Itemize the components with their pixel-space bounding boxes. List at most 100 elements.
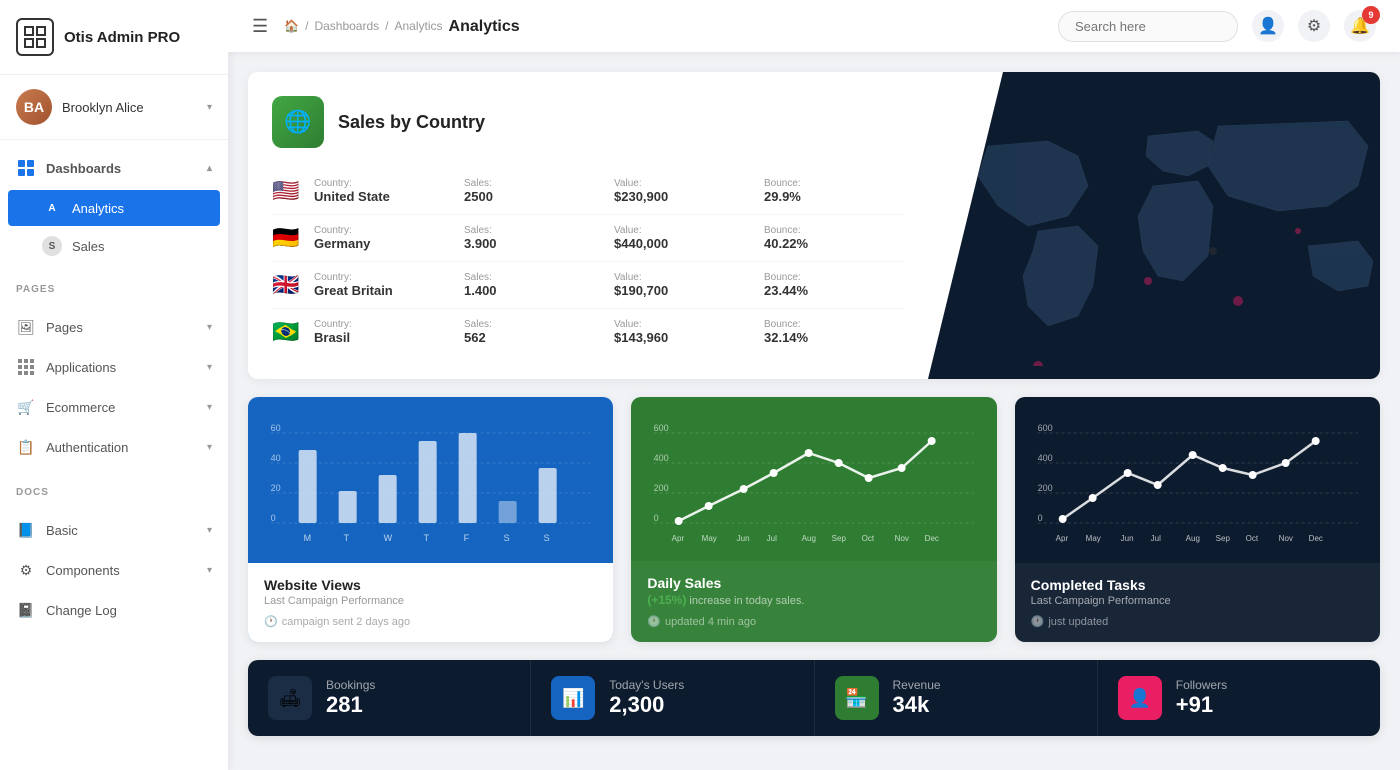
- table-row: 🇺🇸 Country: United State Sales: 2500 Val…: [272, 168, 904, 215]
- svg-text:Oct: Oct: [1245, 534, 1258, 543]
- svg-text:600: 600: [654, 423, 669, 433]
- logo-icon: [16, 18, 54, 56]
- stat-value: 34k: [893, 692, 941, 718]
- chart-subtitle: (+15%) increase in today sales.: [647, 593, 980, 607]
- notification-badge: 9: [1362, 6, 1380, 24]
- svg-text:M: M: [304, 533, 312, 543]
- stat-today-users: 📊 Today's Users 2,300: [531, 660, 814, 736]
- completed-tasks-chart: 600 400 200 0: [1015, 397, 1380, 563]
- sidebar-item-applications[interactable]: Applications ▾: [0, 347, 228, 387]
- clock-icon: 🕐: [1031, 615, 1045, 628]
- changelog-icon: 📓: [16, 600, 36, 620]
- svg-text:200: 200: [1037, 483, 1052, 493]
- chevron-up-icon: ▴: [207, 163, 212, 174]
- country-table: 🇺🇸 Country: United State Sales: 2500 Val…: [272, 168, 904, 355]
- sidebar: Otis Admin PRO BA Brooklyn Alice ▾ Dashb…: [0, 0, 228, 770]
- svg-text:Nov: Nov: [1278, 534, 1292, 543]
- svg-text:Sep: Sep: [1215, 534, 1230, 543]
- flag-br: 🇧🇷: [272, 319, 304, 345]
- stat-value: +91: [1176, 692, 1227, 718]
- stat-value: 281: [326, 692, 375, 718]
- sidebar-item-analytics[interactable]: A Analytics: [8, 190, 220, 226]
- svg-text:Dec: Dec: [925, 534, 939, 543]
- stats-row: 🛋 Bookings 281 📊 Today's Users 2,300 🏪 R…: [248, 660, 1380, 736]
- svg-text:May: May: [1085, 534, 1100, 543]
- chevron-down-icon: ▾: [207, 322, 212, 333]
- docs-section-label: DOCS: [0, 475, 228, 502]
- sidebar-item-changelog[interactable]: 📓 Change Log: [0, 590, 228, 630]
- svg-text:Jun: Jun: [1120, 534, 1133, 543]
- stat-label: Today's Users: [609, 678, 684, 692]
- page-title: Analytics: [449, 18, 520, 35]
- svg-text:May: May: [702, 534, 717, 543]
- sidebar-item-authentication[interactable]: 📋 Authentication ▾: [0, 427, 228, 467]
- sidebar-item-label: Dashboards: [46, 161, 121, 176]
- world-map-section: [928, 72, 1380, 379]
- svg-text:200: 200: [654, 483, 669, 493]
- sidebar-item-label: Components: [46, 563, 120, 578]
- flag-us: 🇺🇸: [272, 178, 304, 204]
- chevron-down-icon: ▾: [207, 402, 212, 413]
- pages-nav: 🖼 Pages ▾ Applications ▾ 🛒 Ecommerce ▾ 📋…: [0, 299, 228, 475]
- daily-sales-chart: 600 400 200 0: [631, 397, 996, 561]
- revenue-icon: 🏪: [835, 676, 879, 720]
- svg-text:Nov: Nov: [895, 534, 909, 543]
- sales-badge: S: [42, 236, 62, 256]
- user-icon[interactable]: 👤: [1252, 10, 1284, 42]
- sidebar-item-label: Basic: [46, 523, 78, 538]
- sidebar-item-components[interactable]: ⚙ Components ▾: [0, 550, 228, 590]
- user-profile[interactable]: BA Brooklyn Alice ▾: [0, 75, 228, 140]
- chart-time: 🕐 just updated: [1031, 615, 1364, 628]
- svg-text:F: F: [464, 533, 470, 543]
- components-icon: ⚙: [16, 560, 36, 580]
- sales-table-section: 🌐 Sales by Country 🇺🇸 Country: United St…: [248, 72, 928, 379]
- notification-button[interactable]: 🔔 9: [1344, 10, 1376, 42]
- world-map-svg: [928, 86, 1380, 366]
- svg-text:400: 400: [1037, 453, 1052, 463]
- user-name: Brooklyn Alice: [62, 100, 197, 115]
- svg-text:Apr: Apr: [1055, 534, 1068, 543]
- hamburger-button[interactable]: ☰: [252, 16, 268, 37]
- stat-label: Revenue: [893, 678, 941, 692]
- basic-icon: 📘: [16, 520, 36, 540]
- sidebar-item-pages[interactable]: 🖼 Pages ▾: [0, 307, 228, 347]
- chart-subtitle: Last Campaign Performance: [264, 595, 597, 607]
- sidebar-item-label: Ecommerce: [46, 400, 115, 415]
- applications-icon: [16, 357, 36, 377]
- clock-icon: 🕐: [264, 615, 278, 628]
- svg-text:Apr: Apr: [672, 534, 685, 543]
- sidebar-item-ecommerce[interactable]: 🛒 Ecommerce ▾: [0, 387, 228, 427]
- bookings-icon: 🛋: [268, 676, 312, 720]
- table-row: 🇧🇷 Country: Brasil Sales: 562 Value:: [272, 309, 904, 355]
- svg-text:Jun: Jun: [737, 534, 750, 543]
- search-input[interactable]: [1058, 11, 1238, 42]
- sales-title: Sales by Country: [338, 112, 485, 133]
- svg-text:0: 0: [271, 513, 276, 523]
- sidebar-item-label: Change Log: [46, 603, 117, 618]
- svg-text:Oct: Oct: [862, 534, 875, 543]
- breadcrumb: 🏠 / Dashboards / Analytics Analytics: [284, 16, 1042, 36]
- svg-text:S: S: [544, 533, 550, 543]
- svg-text:S: S: [504, 533, 510, 543]
- svg-text:20: 20: [271, 483, 281, 493]
- svg-text:Jul: Jul: [1150, 534, 1160, 543]
- svg-text:Aug: Aug: [802, 534, 816, 543]
- svg-text:Aug: Aug: [1185, 534, 1199, 543]
- daily-sales-info: Daily Sales (+15%) increase in today sal…: [631, 561, 996, 642]
- stat-label: Bookings: [326, 678, 375, 692]
- pages-section-label: PAGES: [0, 272, 228, 299]
- sidebar-item-label: Sales: [72, 239, 105, 254]
- sales-header: 🌐 Sales by Country: [272, 96, 904, 148]
- svg-text:600: 600: [1037, 423, 1052, 433]
- svg-text:T: T: [424, 533, 430, 543]
- svg-text:0: 0: [654, 513, 659, 523]
- table-row: 🇩🇪 Country: Germany Sales: 3.900 Value:: [272, 215, 904, 262]
- settings-icon[interactable]: ⚙: [1298, 10, 1330, 42]
- completed-tasks-info: Completed Tasks Last Campaign Performanc…: [1015, 563, 1380, 642]
- sidebar-item-label: Pages: [46, 320, 83, 335]
- sidebar-item-sales[interactable]: S Sales: [0, 228, 228, 264]
- header-actions: 👤 ⚙ 🔔 9: [1058, 10, 1376, 42]
- sidebar-item-dashboards[interactable]: Dashboards ▴: [0, 148, 228, 188]
- sidebar-item-basic[interactable]: 📘 Basic ▾: [0, 510, 228, 550]
- docs-nav: 📘 Basic ▾ ⚙ Components ▾ 📓 Change Log: [0, 502, 228, 638]
